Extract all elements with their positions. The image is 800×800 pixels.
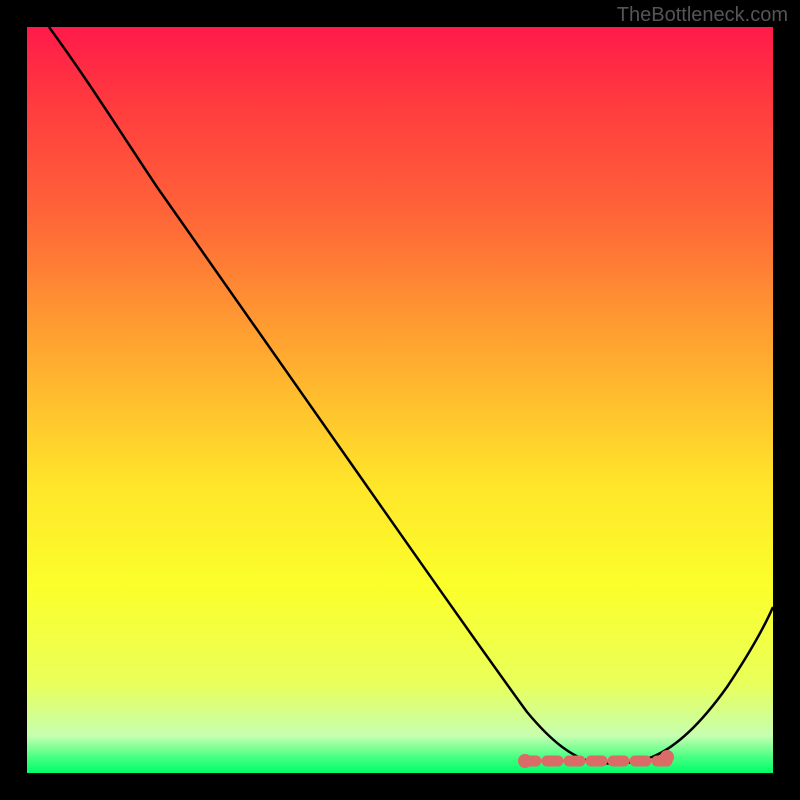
- chart-svg: [27, 27, 773, 773]
- watermark-text: TheBottleneck.com: [617, 4, 788, 27]
- plot-area: [27, 27, 773, 773]
- plateau-dot-left: [518, 754, 532, 768]
- bottleneck-curve-path: [49, 27, 773, 764]
- plateau-dot-right: [660, 750, 674, 764]
